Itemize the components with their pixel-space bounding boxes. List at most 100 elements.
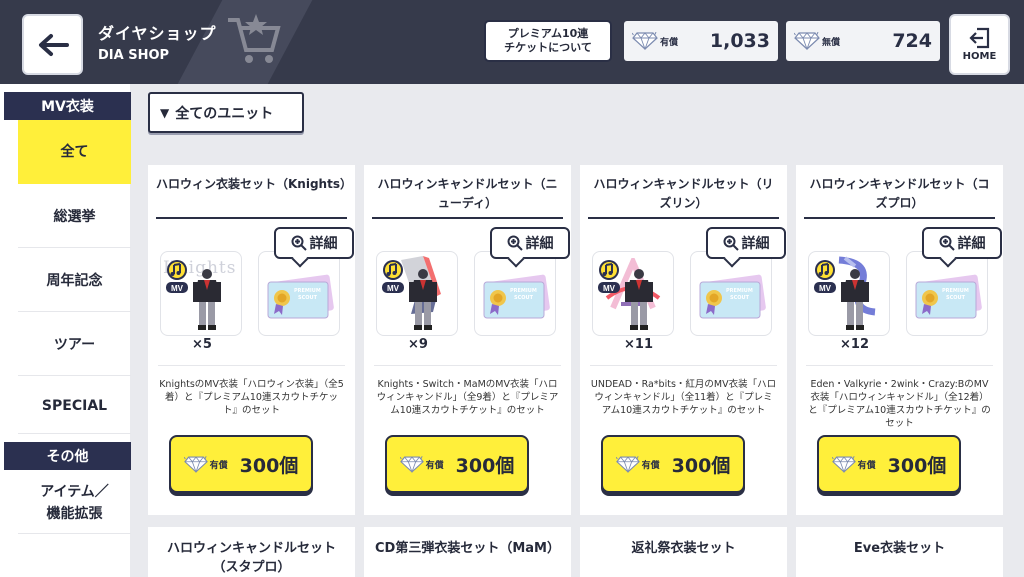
card-title: ハロウィンキャンドルセット（コズプロ） (804, 175, 995, 219)
zoom-in-icon (291, 235, 307, 251)
diamond-icon (616, 456, 640, 473)
product-card[interactable]: 返礼祭衣装セット (580, 527, 787, 577)
costume-figure-icon (187, 268, 227, 332)
product-card[interactable]: ハロウィンキャンドルセット（スタプロ） (148, 527, 355, 577)
mv-costume-thumbnail[interactable] (808, 251, 890, 336)
ticket-line-1: PREMIUM (726, 288, 753, 294)
card-title: ハロウィンキャンドルセット（リズリン） (588, 175, 779, 219)
dropdown-triangle-icon: ▼ (160, 105, 170, 120)
mv-badge-icon (165, 260, 189, 296)
back-button[interactable] (22, 14, 83, 75)
card-title: ハロウィン衣装セット（Knights） (156, 175, 352, 219)
paid-diamond-counter: 有償 1,033 (624, 21, 778, 61)
page-subtitle: DIA SHOP (98, 48, 170, 63)
free-diamond-value: 724 (892, 30, 932, 52)
section-header-other: その他 (4, 442, 131, 470)
buy-button[interactable]: 有償 300個 (817, 435, 961, 493)
detail-label: 詳細 (525, 236, 554, 252)
price-value: 300個 (239, 454, 299, 477)
detail-button[interactable]: 詳細 (706, 227, 786, 259)
unit-filter-label: 全てのユニット (175, 105, 274, 122)
card-description: KnightsのMV衣装「ハロウィン衣装」（全5着）と『プレミアム10連スカウト… (158, 365, 345, 417)
detail-label: 詳細 (741, 236, 770, 252)
costume-count: ×11 (624, 337, 653, 352)
card-title: 返礼祭衣装セット (631, 541, 736, 556)
ticket-line-1: PREMIUM (294, 288, 321, 294)
back-arrow-icon (38, 33, 69, 56)
cart-icon (228, 14, 281, 63)
product-card[interactable]: ハロウィンキャンドルセット（コズプロ） PREMIUM SCOUT 詳細 ×12… (796, 165, 1003, 515)
home-button[interactable]: HOME (949, 14, 1010, 75)
product-card[interactable]: ハロウィンキャンドルセット（リズリン） PREMIUM SCOUT 詳細 ×11… (580, 165, 787, 515)
category-sidebar: MV衣装 全て 総選挙 周年記念 ツアー SPECIAL その他 アイテム／機能… (0, 84, 131, 577)
sidebar-item-all[interactable]: 全て (18, 120, 131, 184)
price-type-label: 有償 (857, 460, 876, 471)
price-type-label: 有償 (425, 460, 444, 471)
ticket-line-2: SCOUT (730, 295, 749, 301)
costume-figure-icon (403, 268, 443, 332)
ticket-line-1: PREMIUM (942, 288, 969, 294)
costume-figure-icon (835, 268, 875, 332)
card-title: Eve衣装セット (853, 541, 946, 556)
card-title: ハロウィンキャンドルセット（スタプロ） (166, 541, 336, 575)
detail-button[interactable]: 詳細 (922, 227, 1002, 259)
premium-info-line1: プレミアム10連 (507, 27, 589, 40)
price-value: 300個 (887, 454, 947, 477)
free-diamond-counter: 無償 724 (786, 21, 940, 61)
price-value: 300個 (455, 454, 515, 477)
unit-filter-dropdown[interactable]: ▼ 全てのユニット (148, 92, 304, 133)
diamond-icon (632, 32, 658, 50)
buy-button[interactable]: 有償 300個 (169, 435, 313, 493)
sidebar-item-special[interactable]: SPECIAL (18, 378, 131, 434)
ticket-line-2: SCOUT (298, 295, 317, 301)
product-card[interactable]: Eve衣装セット (796, 527, 1003, 577)
costume-figure-icon (619, 268, 659, 332)
detail-button[interactable]: 詳細 (274, 227, 354, 259)
card-description: Eden・Valkyrie・2wink・Crazy:BのMV衣装「ハロウィンキャ… (806, 365, 993, 430)
zoom-in-icon (939, 235, 955, 251)
premium-ticket-info-button[interactable]: プレミアム10連 チケットについて (484, 20, 612, 62)
diamond-icon (794, 32, 820, 50)
product-card[interactable]: CD第三弾衣装セット（MaM） (364, 527, 571, 577)
section-header-mv-costume: MV衣装 (4, 92, 131, 120)
price-type-label: 有償 (209, 460, 228, 471)
free-label: 無償 (822, 37, 841, 48)
home-label: HOME (962, 51, 997, 62)
mv-costume-thumbnail[interactable]: Knights (160, 251, 242, 336)
mv-costume-thumbnail[interactable] (592, 251, 674, 336)
sidebar-item-general-election[interactable]: 総選挙 (18, 186, 131, 248)
ticket-line-2: SCOUT (514, 295, 533, 301)
mv-badge-icon (597, 260, 621, 296)
costume-count: ×9 (408, 337, 428, 352)
sidebar-item-anniversary[interactable]: 周年記念 (18, 250, 131, 312)
exit-door-icon (968, 27, 989, 49)
detail-label: 詳細 (309, 236, 338, 252)
paid-label: 有償 (660, 37, 679, 48)
product-card[interactable]: ハロウィンキャンドルセット（ニューディ） PREMIUM SCOUT 詳細 ×9… (364, 165, 571, 515)
mv-costume-thumbnail[interactable] (376, 251, 458, 336)
price-type-label: 有償 (641, 460, 660, 471)
card-title: ハロウィンキャンドルセット（ニューディ） (372, 175, 563, 219)
card-title: CD第三弾衣装セット（MaM） (375, 541, 560, 556)
sidebar-item-items-expansion[interactable]: アイテム／機能拡張 (18, 472, 131, 534)
diamond-icon (400, 456, 424, 473)
ticket-line-1: PREMIUM (510, 288, 537, 294)
mv-badge-icon (813, 260, 837, 296)
card-description: Knights・Switch・MaMのMV衣装「ハロウィンキャンドル」（全9着）… (374, 365, 561, 417)
diamond-icon (184, 456, 208, 473)
card-description: UNDEAD・Ra*bits・紅月のMV衣装「ハロウィンキャンドル」（全11着）… (590, 365, 777, 417)
top-bar: ダイヤショップ DIA SHOP プレミアム10連 チケットについて 有償 1,… (0, 0, 1024, 84)
costume-count: ×5 (192, 337, 212, 352)
premium-info-line2: チケットについて (504, 41, 592, 54)
detail-button[interactable]: 詳細 (490, 227, 570, 259)
mv-badge-icon (381, 260, 405, 296)
detail-label: 詳細 (957, 236, 986, 252)
buy-button[interactable]: 有償 300個 (601, 435, 745, 493)
diamond-icon (832, 456, 856, 473)
page-title: ダイヤショップ (98, 24, 217, 43)
zoom-in-icon (507, 235, 523, 251)
paid-diamond-value: 1,033 (709, 30, 770, 52)
buy-button[interactable]: 有償 300個 (385, 435, 529, 493)
sidebar-item-tour[interactable]: ツアー (18, 314, 131, 376)
product-card[interactable]: ハロウィン衣装セット（Knights） Knights PREMIUM SCOU… (148, 165, 355, 515)
